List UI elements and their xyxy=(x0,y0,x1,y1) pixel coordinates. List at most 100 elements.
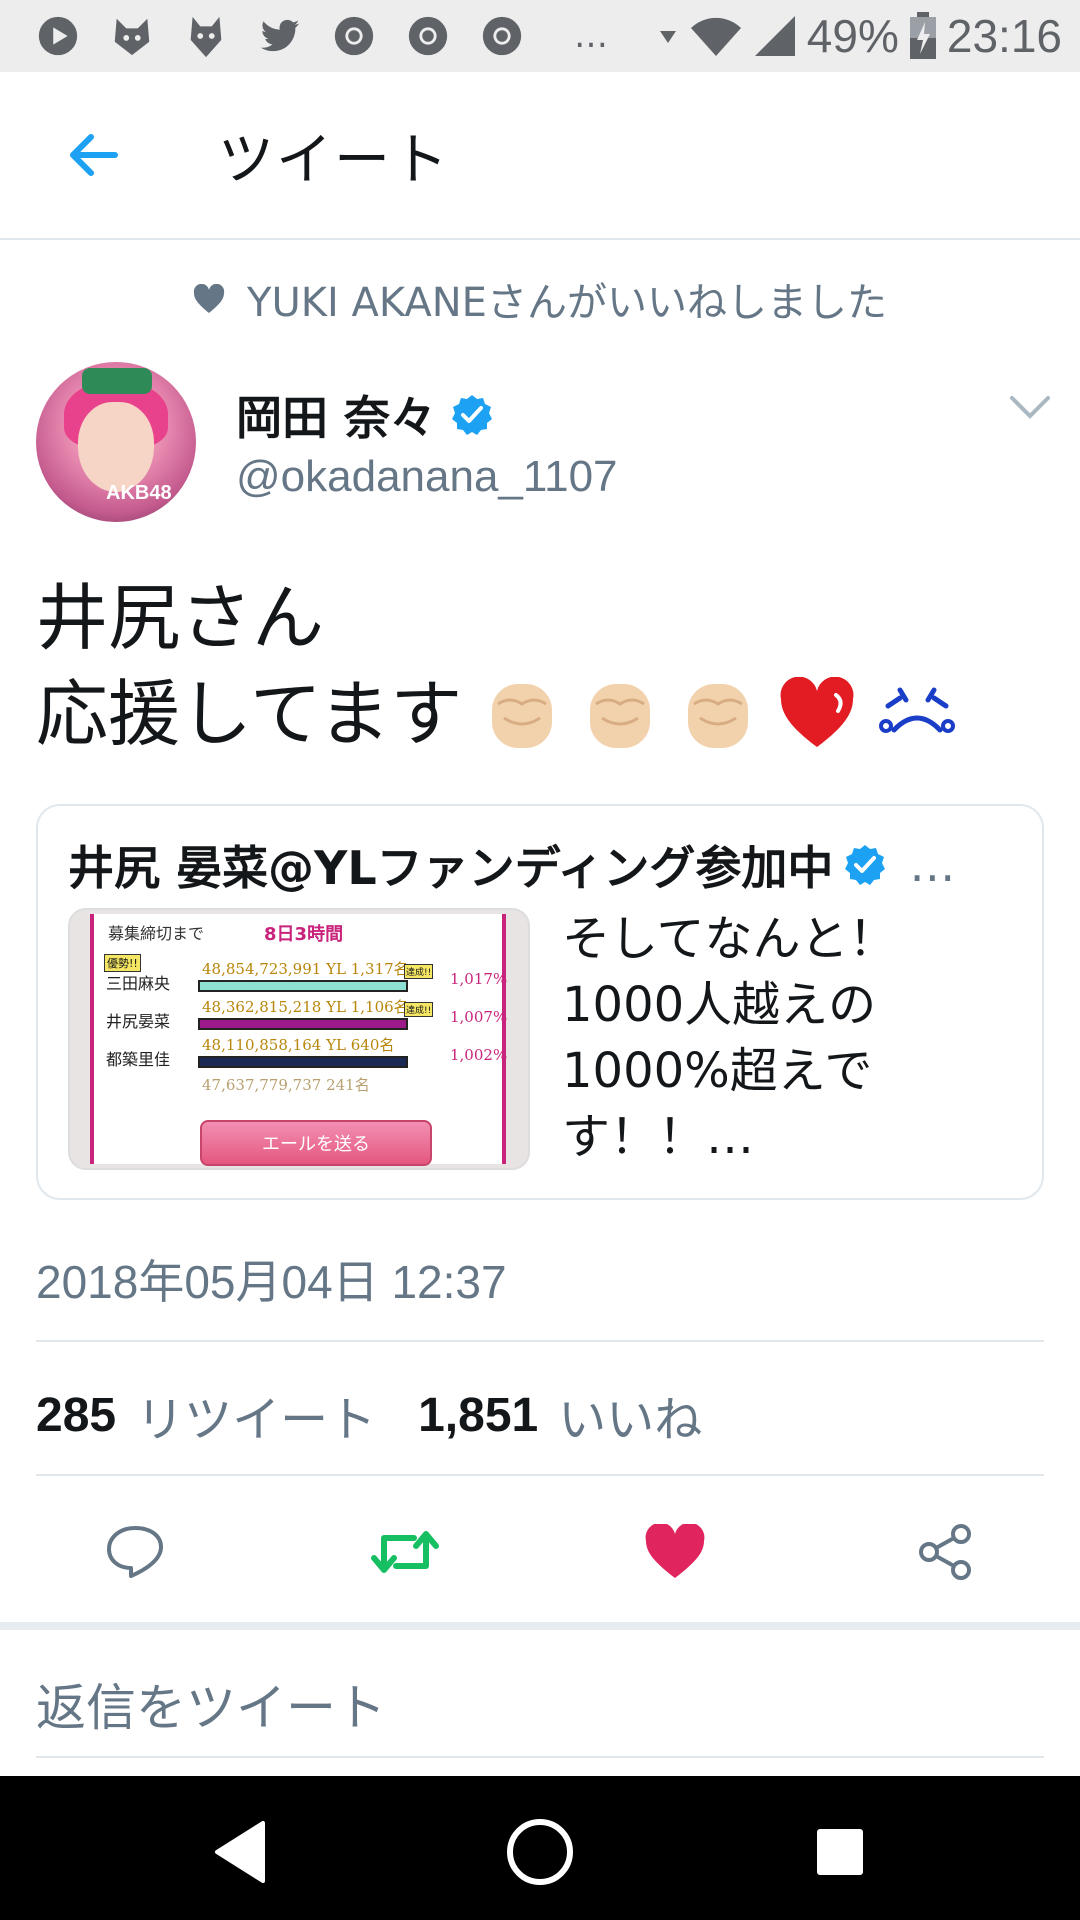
tweet-actions xyxy=(0,1500,1080,1600)
tweet-line-1: 井尻さん xyxy=(36,576,325,660)
ranking-amount: 47,637,779,737 241名 xyxy=(202,1074,370,1092)
supporter-count: 640名 xyxy=(350,1036,395,1054)
quoted-tweet-image[interactable]: 募集締切まで 8日3時間 優勢!! 三田麻央 48,854,723,991 YL… xyxy=(68,908,530,1170)
ranking-percent: 1,007% xyxy=(450,1008,508,1026)
quoted-tweet-card[interactable]: 井尻 晏菜@YLファンディング参加中 … 募集締切まで 8日3時間 優勢!! 三… xyxy=(36,804,1044,1200)
raised-fist-emoji-icon xyxy=(688,684,749,748)
amount-value: 48,854,723,991 xyxy=(202,960,322,978)
retweet-label[interactable]: リツイート xyxy=(136,1380,376,1450)
supporter-count: 1,317名 xyxy=(350,960,409,978)
tweet-line: 井尻さん xyxy=(36,570,956,666)
reply-icon xyxy=(107,1526,163,1578)
verified-badge-icon xyxy=(452,395,493,435)
like-button[interactable] xyxy=(640,1520,710,1584)
funding-ranking-panel: 募集締切まで 8日3時間 優勢!! 三田麻央 48,854,723,991 YL… xyxy=(90,914,508,1166)
ranking-row: 都築里佳 48,110,858,164 YL 640名 1,002% xyxy=(98,1032,508,1072)
ranking-percent: 1,002% xyxy=(450,1046,508,1064)
chrome-icon xyxy=(326,10,382,62)
send-cheer-button: エールを送る xyxy=(200,1120,432,1166)
more-notifications-icon: … xyxy=(574,16,612,56)
quoted-text-line: そしてなんと！ xyxy=(562,911,897,967)
ranking-name: 都築里佳 xyxy=(106,1050,171,1069)
supporter-count: 241名 xyxy=(326,1076,370,1092)
engagement-stats: 285 リツイート 1,851 いいね xyxy=(36,1380,744,1450)
quoted-text-line: す！！… xyxy=(562,1109,755,1165)
progress-bar xyxy=(198,1056,408,1068)
quoted-author: 井尻 晏菜@YLファンディング参加中 … xyxy=(68,832,955,898)
tweet-line-2: 応援してます xyxy=(36,672,463,756)
cat-icon xyxy=(178,10,234,62)
author-handle[interactable]: @okadanana_1107 xyxy=(236,452,618,502)
progress-bar xyxy=(198,980,408,992)
ranking-row: 井尻晏菜 48,362,815,218 YL 1,106名 達成!! 1,007… xyxy=(98,994,508,1034)
ranking-row: 優勢!! 三田麻央 48,854,723,991 YL 1,317名 達成!! … xyxy=(98,954,508,996)
back-arrow-icon xyxy=(70,134,118,176)
reply-button[interactable] xyxy=(100,1520,170,1584)
tweet-line: 応援してます xyxy=(36,666,956,762)
section-divider xyxy=(0,1622,1080,1630)
ranking-amount: 48,110,858,164 YL 640名 xyxy=(202,1034,394,1055)
chrome-icon xyxy=(400,10,456,62)
divider xyxy=(36,1756,1044,1758)
nav-back-button[interactable] xyxy=(196,1812,286,1892)
ranking-percent: 1,017% xyxy=(450,970,508,988)
like-label[interactable]: いいね xyxy=(558,1380,702,1450)
reply-input[interactable]: 返信をツイート xyxy=(36,1668,386,1740)
divider xyxy=(36,1340,1044,1342)
crying-face-emoji-icon xyxy=(879,687,956,733)
ranking-name: 井尻晏菜 xyxy=(106,1012,171,1031)
system-indicators: 49% 23:16 xyxy=(657,9,1062,63)
ranking-name: 三田麻央 xyxy=(106,974,171,993)
data-arrow-icon xyxy=(659,31,676,43)
avatar[interactable]: AKB48 xyxy=(36,362,196,522)
battery-icon xyxy=(909,12,936,59)
quoted-tweet-text: そしてなんと！ 1000人越えの 1000%超えで す！！… xyxy=(562,906,1022,1170)
play-icon xyxy=(30,10,86,62)
battery-percent: 49% xyxy=(806,10,899,62)
share-button[interactable] xyxy=(910,1520,980,1584)
amount-value: 48,110,858,164 xyxy=(202,1036,322,1054)
progress-bar xyxy=(198,1018,408,1030)
clock: 23:16 xyxy=(946,10,1062,62)
retweet-icon xyxy=(371,1531,439,1573)
author-display-name: 岡田 奈々 xyxy=(236,391,437,445)
chevron-down-icon[interactable] xyxy=(1008,392,1052,422)
amount-value: 47,637,779,737 xyxy=(202,1076,322,1092)
tweet-timestamp: 2018年05月04日 12:37 xyxy=(36,1256,507,1308)
quoted-text-line: 1000%超えで xyxy=(562,1043,873,1099)
verified-badge-icon xyxy=(845,845,886,885)
back-triangle-icon xyxy=(215,1821,265,1883)
divider xyxy=(36,1474,1044,1476)
like-count[interactable]: 1,851 xyxy=(418,1388,538,1443)
amount-unit: YL xyxy=(326,998,346,1016)
avatar-logo-text: AKB48 xyxy=(106,482,172,504)
raised-fist-emoji-icon xyxy=(590,684,651,748)
heart-icon xyxy=(645,1524,705,1578)
wifi-icon xyxy=(690,17,741,57)
quoted-text-line: 1000人越えの xyxy=(562,977,877,1033)
liked-banner-text: YUKI AKANEさんがいいねしました xyxy=(247,280,887,326)
nav-home-button[interactable] xyxy=(495,1812,585,1892)
amount-unit: YL xyxy=(326,960,346,978)
retweet-count[interactable]: 285 xyxy=(36,1388,116,1443)
avatar-face xyxy=(78,402,154,492)
avatar-headpiece xyxy=(82,368,152,394)
red-heart-emoji-icon xyxy=(780,677,854,747)
ranking-row-partial: 47,637,779,737 241名 xyxy=(98,1070,506,1092)
social-context-banner[interactable]: YUKI AKANEさんがいいねしました xyxy=(0,270,1080,328)
top-app-bar: ツイート xyxy=(0,72,1080,240)
amount-value: 48,362,815,218 xyxy=(202,998,322,1016)
quoted-author-name: 井尻 晏菜@YLファンディング参加中 xyxy=(68,841,834,895)
nav-recents-button[interactable] xyxy=(795,1812,885,1892)
signal-icon xyxy=(754,16,795,56)
share-icon xyxy=(919,1524,971,1580)
achieved-tag: 達成!! xyxy=(404,964,434,979)
author-name[interactable]: 岡田 奈々 xyxy=(236,382,494,448)
deadline-label: 募集締切まで xyxy=(108,924,205,943)
achieved-tag: 達成!! xyxy=(404,1002,434,1017)
home-circle-icon xyxy=(507,1819,573,1885)
quoted-author-ellipsis: … xyxy=(909,838,956,892)
retweet-button[interactable] xyxy=(370,1520,440,1584)
back-button[interactable] xyxy=(48,110,138,200)
system-navigation-bar xyxy=(0,1776,1080,1920)
